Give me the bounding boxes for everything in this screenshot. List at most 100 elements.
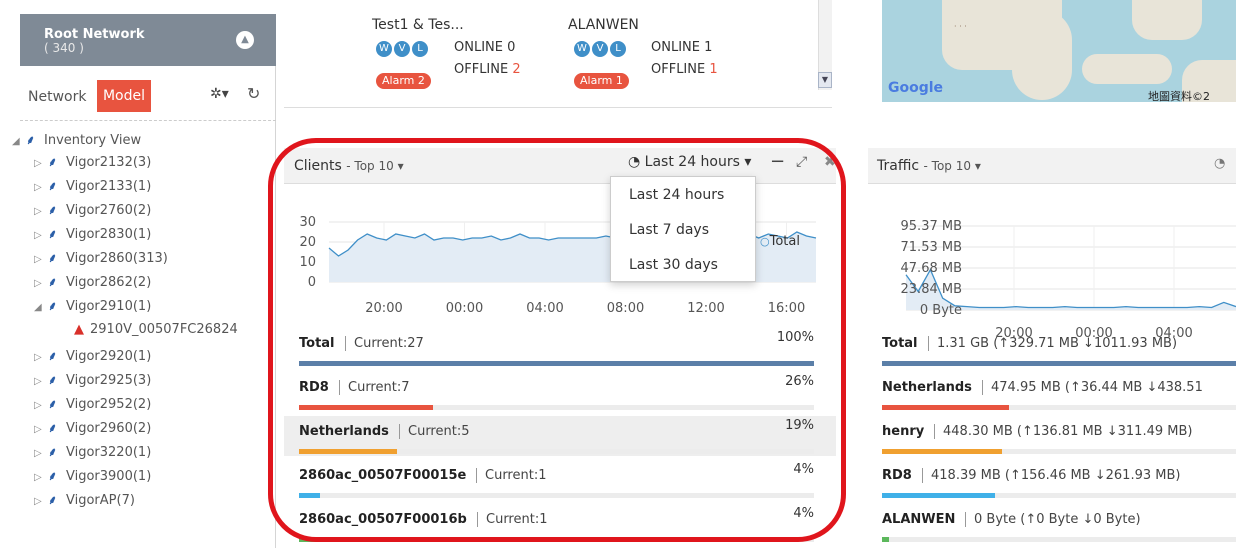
clients-title[interactable]: Clients - Top 10 ▾ xyxy=(294,158,404,174)
collapsed-arrow-icon[interactable]: ▷ xyxy=(34,153,48,175)
traffic-header: Traffic - Top 10 ▾ ◔ xyxy=(868,148,1236,184)
wan-badge: W xyxy=(574,41,590,57)
client-current: Current:1 xyxy=(477,512,547,527)
chart-legend[interactable]: ○Total xyxy=(760,234,800,249)
x-tick-label: 08:00 xyxy=(607,301,644,316)
tab-network[interactable]: Network xyxy=(28,89,86,105)
clock-icon: ◔ xyxy=(628,154,641,170)
collapsed-arrow-icon[interactable]: ▷ xyxy=(34,201,48,223)
alarm-badge[interactable]: Alarm 2 xyxy=(376,73,431,89)
collapsed-arrow-icon[interactable]: ▷ xyxy=(34,443,48,465)
chevron-down-icon: ▾ xyxy=(971,159,981,173)
tree-item-label: Vigor2920(1) xyxy=(66,349,152,364)
network-icon: ⸙ xyxy=(48,421,58,435)
offline-number: 2 xyxy=(512,62,521,77)
tree-item-label: Vigor3900(1) xyxy=(66,469,152,484)
tree-item-label: Vigor2830(1) xyxy=(66,227,152,242)
traffic-row[interactable]: ALANWEN 0 Byte (↑0 Byte ↓0 Byte) xyxy=(868,504,1236,544)
gear-icon[interactable]: ✲▾ xyxy=(210,86,229,102)
offline-count: OFFLINE 1 xyxy=(651,62,718,77)
y-tick-label: 0 xyxy=(308,275,316,290)
expanded-arrow-icon[interactable]: ◢ xyxy=(34,297,48,319)
offline-number: 1 xyxy=(709,62,718,77)
collapsed-arrow-icon[interactable]: ▷ xyxy=(34,419,48,441)
collapsed-arrow-icon[interactable]: ▷ xyxy=(34,249,48,271)
tree-item[interactable]: ▷ ⸙ Vigor2920(1) xyxy=(34,345,151,367)
tree-item[interactable]: ▷ ⸙ Vigor2132(3) xyxy=(34,151,151,173)
vpn-badge: V xyxy=(394,41,410,57)
tree-item-label: Vigor2910(1) xyxy=(66,299,152,314)
tree-item[interactable]: ▷ ⸙ Vigor3900(1) xyxy=(34,465,151,487)
tree-root[interactable]: ◢ ⸙ Inventory View xyxy=(12,129,141,151)
tree-item[interactable]: ▷ ⸙ Vigor2760(2) xyxy=(34,199,151,221)
offline-label: OFFLINE xyxy=(651,62,706,77)
tree-item[interactable]: ▷ ⸙ Vigor2952(2) xyxy=(34,393,151,415)
tree-item[interactable]: ▷ ⸙ Vigor2133(1) xyxy=(34,175,151,197)
collapsed-arrow-icon[interactable]: ▷ xyxy=(34,225,48,247)
minimize-icon[interactable]: − xyxy=(770,151,785,172)
client-name: RD8 xyxy=(299,380,329,395)
network-icon: ⸙ xyxy=(48,299,58,313)
progress-bar xyxy=(299,405,433,410)
collapsed-arrow-icon[interactable]: ▷ xyxy=(34,491,48,513)
progress-bar xyxy=(299,537,320,542)
network-icon: ⸙ xyxy=(48,155,58,169)
traffic-row[interactable]: henry 448.30 MB (↑136.81 MB ↓311.49 MB) xyxy=(868,416,1236,456)
tree-item-label: Vigor2132(3) xyxy=(66,155,152,170)
clients-title-text: Clients xyxy=(294,158,342,174)
menu-item-last-24-hours[interactable]: Last 24 hours xyxy=(629,187,724,203)
refresh-icon[interactable]: ↻ xyxy=(247,84,260,103)
clock-icon[interactable]: ◔ xyxy=(1214,156,1225,171)
client-row[interactable]: RD8 Current:7 26% xyxy=(284,372,836,412)
tree-device[interactable]: ▲ 2910V_00507FC26824 xyxy=(74,319,238,341)
tree-item[interactable]: ▷ ⸙ VigorAP(7) xyxy=(34,489,135,511)
device-map[interactable]: · · · Google 地圖資料©2 xyxy=(882,0,1236,102)
collapsed-arrow-icon[interactable]: ▷ xyxy=(34,273,48,295)
time-range-dropdown[interactable]: ◔ Last 24 hours ▾ xyxy=(628,154,751,170)
close-icon[interactable]: ✖ xyxy=(824,154,836,170)
progress-track xyxy=(299,537,814,542)
map-place-label: · · · xyxy=(954,22,967,31)
tree-item[interactable]: ▷ ⸙ Vigor2925(3) xyxy=(34,369,151,391)
client-row[interactable]: 2860ac_00507F00016b Current:1 4% xyxy=(284,504,836,544)
client-row[interactable]: Netherlands Current:5 19% xyxy=(284,416,836,456)
tree-device-label: 2910V_00507FC26824 xyxy=(90,322,238,337)
traffic-name: henry xyxy=(882,424,925,439)
root-network-header[interactable]: Root Network ( 340 ) ▲ xyxy=(20,14,276,66)
alarm-badge[interactable]: Alarm 1 xyxy=(574,73,629,89)
y-tick-label: 20 xyxy=(299,235,316,250)
device-name[interactable]: ALANWEN xyxy=(568,17,639,33)
y-tick-label: 95.37 MB xyxy=(901,219,962,234)
scroll-down-icon[interactable]: ▼ xyxy=(818,72,832,88)
traffic-row[interactable]: Total 1.31 GB (↑329.71 MB ↓1011.93 MB) xyxy=(868,328,1236,368)
tree-item[interactable]: ▷ ⸙ Vigor2860(313) xyxy=(34,247,168,269)
client-row[interactable]: Total Current:27 100% xyxy=(284,328,836,368)
menu-item-last-30-days[interactable]: Last 30 days xyxy=(629,257,718,273)
tree-item[interactable]: ▷ ⸙ Vigor2862(2) xyxy=(34,271,151,293)
collapsed-arrow-icon[interactable]: ▷ xyxy=(34,177,48,199)
tree-item[interactable]: ▷ ⸙ Vigor2830(1) xyxy=(34,223,151,245)
tree-item[interactable]: ▷ ⸙ Vigor3220(1) xyxy=(34,441,151,463)
progress-bar xyxy=(299,493,320,498)
tree-item[interactable]: ▷ ⸙ Vigor2960(2) xyxy=(34,417,151,439)
progress-bar xyxy=(882,537,890,542)
collapsed-arrow-icon[interactable]: ▷ xyxy=(34,467,48,489)
collapsed-arrow-icon[interactable]: ▷ xyxy=(34,395,48,417)
traffic-row[interactable]: Netherlands 474.95 MB (↑36.44 MB ↓438.51 xyxy=(868,372,1236,412)
tab-model[interactable]: Model xyxy=(97,80,151,112)
expand-icon[interactable]: ⤢ xyxy=(796,154,807,170)
menu-item-last-7-days[interactable]: Last 7 days xyxy=(629,222,709,238)
expanded-arrow-icon[interactable]: ◢ xyxy=(12,131,26,153)
collapsed-arrow-icon[interactable]: ▷ xyxy=(34,371,48,393)
traffic-row[interactable]: RD8 418.39 MB (↑156.46 MB ↓261.93 MB) xyxy=(868,460,1236,500)
collapsed-arrow-icon[interactable]: ▷ xyxy=(34,347,48,369)
collapse-icon[interactable]: ▲ xyxy=(236,31,254,49)
device-name[interactable]: Test1 & Tes... xyxy=(372,17,464,33)
vpn-badge: V xyxy=(592,41,608,57)
traffic-chart: 0 Byte23.84 MB47.68 MB71.53 MB95.37 MB 2… xyxy=(901,219,1236,341)
google-logo: Google xyxy=(888,80,944,96)
tree-item[interactable]: ◢ ⸙ Vigor2910(1) xyxy=(34,295,151,317)
client-row[interactable]: 2860ac_00507F00015e Current:1 4% xyxy=(284,460,836,500)
traffic-title[interactable]: Traffic - Top 10 ▾ xyxy=(877,158,981,174)
warning-icon: ▲ xyxy=(74,322,84,337)
